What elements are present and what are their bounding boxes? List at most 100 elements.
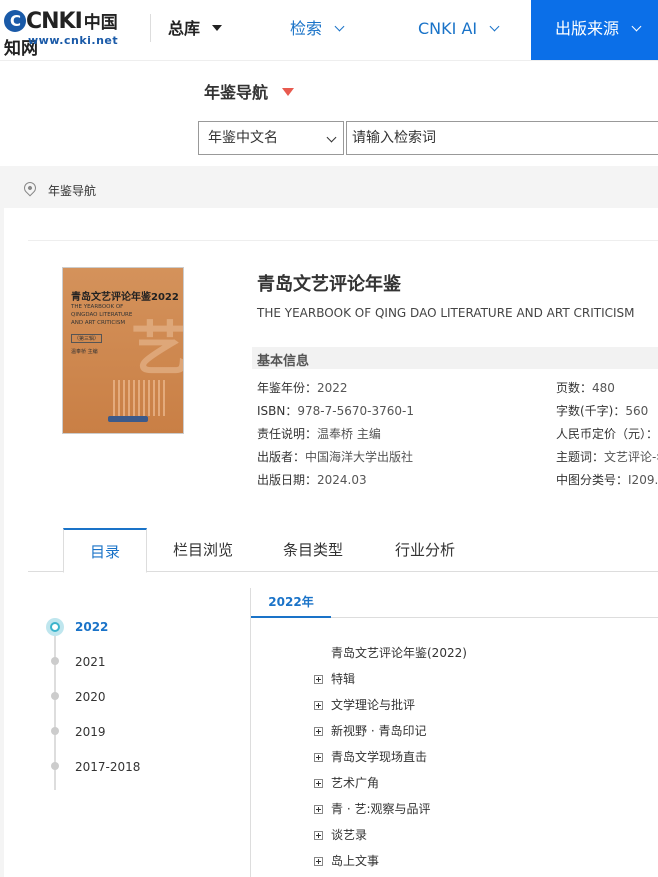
nav-zongku-label: 总库 xyxy=(168,19,201,38)
info-label: 主题词： xyxy=(556,450,605,464)
yearbook-nav-label: 年鉴导航 xyxy=(204,83,269,102)
info-pages: 页数：480 xyxy=(556,379,615,396)
cover-editor: 温奉桥 主编 xyxy=(71,349,98,355)
breadcrumb-item[interactable]: 年鉴导航 xyxy=(48,182,96,199)
info-value: 978-7-5670-3760-1 xyxy=(297,404,414,418)
nav-zongku-dropdown[interactable]: 总库 xyxy=(168,0,223,60)
cover-title: 青岛文艺评论年鉴2022 xyxy=(71,292,179,303)
info-value[interactable]: 温奉桥 主编 xyxy=(317,427,381,441)
caret-down-icon xyxy=(212,25,223,31)
toc-root[interactable]: 青岛文艺评论年鉴(2022) xyxy=(331,644,467,661)
tab-toc[interactable]: 目录 xyxy=(63,528,147,573)
nav-chuban-label: 出版来源 xyxy=(555,19,620,38)
expand-plus-icon[interactable] xyxy=(314,805,323,814)
cnki-logo[interactable]: C CNKI 中国知网 www.cnki.net xyxy=(4,8,134,59)
tab-industry-analysis[interactable]: 行业分析 xyxy=(380,528,470,572)
yearbook-nav-dropdown[interactable]: 年鉴导航 xyxy=(204,79,295,103)
search-area: 年鉴导航 年鉴中文名 请输入检索词 xyxy=(0,60,658,166)
info-price: 人民币定价（元）： xyxy=(556,425,658,442)
toc-item[interactable]: 新视野 · 青岛印记 xyxy=(314,722,426,739)
toc-item-label[interactable]: 青 · 艺:观察与品评 xyxy=(331,802,431,816)
search-field-value: 年鉴中文名 xyxy=(208,130,278,146)
info-value: I209.9 xyxy=(628,473,658,487)
location-pin-icon xyxy=(21,179,39,197)
nav-jiansuo-dropdown[interactable]: 检索 xyxy=(290,0,345,60)
chevron-down-icon xyxy=(326,132,337,143)
book-english-title: THE YEARBOOK OF QING DAO LITERATURE AND … xyxy=(257,306,635,320)
logo-text: CNKI xyxy=(26,9,83,34)
expand-plus-icon[interactable] xyxy=(314,779,323,788)
cover-calligraphy: 艺 xyxy=(131,315,184,383)
info-label: ISBN： xyxy=(257,404,298,418)
year-item-2022[interactable]: 2022 xyxy=(75,620,108,634)
expand-plus-icon[interactable] xyxy=(314,727,323,736)
toc-item[interactable]: 特辑 xyxy=(314,670,355,687)
chevron-down-icon xyxy=(489,21,500,32)
info-value: 560 xyxy=(625,404,649,418)
nav-cnki-ai-label: CNKI AI xyxy=(418,19,478,38)
chevron-down-icon xyxy=(334,21,345,32)
nav-cnki-ai-dropdown[interactable]: CNKI AI xyxy=(418,0,500,60)
toc-item-label[interactable]: 特辑 xyxy=(331,672,355,686)
expand-plus-icon[interactable] xyxy=(314,857,323,866)
toc-item-label[interactable]: 谈艺录 xyxy=(331,828,367,842)
year-item-2021[interactable]: 2021 xyxy=(75,655,106,669)
info-word-count: 字数(千字)：560 xyxy=(556,402,648,419)
toc-item-label[interactable]: 岛上文事 xyxy=(331,854,379,868)
year-item-2020[interactable]: 2020 xyxy=(75,690,106,704)
timeline-dot xyxy=(51,762,59,770)
content-tabs: 目录 栏目浏览 条目类型 行业分析 xyxy=(28,528,658,573)
search-input[interactable]: 请输入检索词 xyxy=(346,121,658,155)
year-item-2019[interactable]: 2019 xyxy=(75,725,106,739)
expand-plus-icon[interactable] xyxy=(314,675,323,684)
info-label: 中图分类号： xyxy=(556,473,629,487)
cover-edition: （第三辑） xyxy=(71,334,103,343)
info-label: 出版者： xyxy=(257,450,306,464)
toc-panel: 2022年 青岛文艺评论年鉴(2022) 特辑 文学理论与批评 新视野 · 青岛… xyxy=(250,588,658,877)
info-pub-date: 出版日期：2024.03 xyxy=(257,471,367,488)
toc-item-label[interactable]: 青岛文学现场直击 xyxy=(331,750,427,764)
book-cover[interactable]: 青岛文艺评论年鉴2022 THE YEARBOOK OF QINGDAO LIT… xyxy=(62,267,184,434)
info-label: 字数(千字)： xyxy=(556,404,626,418)
year-item-2017-2018[interactable]: 2017-2018 xyxy=(75,760,140,774)
top-navigation-bar: C CNKI 中国知网 www.cnki.net 总库 检索 CNKI AI 出版来… xyxy=(0,0,658,60)
info-value: 480 xyxy=(592,381,615,395)
info-label: 页数： xyxy=(556,381,593,395)
expand-plus-icon[interactable] xyxy=(314,753,323,762)
tab-entry-type[interactable]: 条目类型 xyxy=(268,528,358,572)
nav-chuban-dropdown[interactable]: 出版来源 xyxy=(531,0,658,60)
nav-jiansuo-label: 检索 xyxy=(290,19,323,38)
info-value[interactable]: 中国海洋大学出版社 xyxy=(305,450,413,464)
toc-item[interactable]: 青 · 艺:观察与品评 xyxy=(314,800,431,817)
toc-item-label[interactable]: 文学理论与批评 xyxy=(331,698,415,712)
toc-item[interactable]: 谈艺录 xyxy=(314,826,367,843)
expand-plus-icon[interactable] xyxy=(314,831,323,840)
basic-info-bar xyxy=(252,347,658,369)
timeline-dot xyxy=(51,657,59,665)
info-label: 年鉴年份： xyxy=(257,381,318,395)
timeline-dot-active xyxy=(46,618,64,636)
tab-column-browse[interactable]: 栏目浏览 xyxy=(158,528,248,572)
toc-item[interactable]: 岛上文事 xyxy=(314,852,379,869)
toc-item-label[interactable]: 新视野 · 青岛印记 xyxy=(331,724,426,738)
book-title: 青岛文艺评论年鉴 xyxy=(257,274,401,295)
toc-header: 2022年 xyxy=(251,588,658,618)
toc-item[interactable]: 青岛文学现场直击 xyxy=(314,748,427,765)
toc-item[interactable]: 文学理论与批评 xyxy=(314,696,415,713)
search-field-select[interactable]: 年鉴中文名 xyxy=(198,121,344,155)
chevron-down-icon xyxy=(631,21,642,32)
breadcrumb: 年鉴导航 xyxy=(0,170,658,206)
toc-year-tab[interactable]: 2022年 xyxy=(251,588,331,618)
info-isbn: ISBN：978-7-5670-3760-1 xyxy=(257,402,414,419)
info-label: 人民币定价（元）： xyxy=(556,427,658,441)
info-value[interactable]: 文艺评论-年 xyxy=(604,450,658,464)
info-label: 责任说明： xyxy=(257,427,318,441)
toc-item[interactable]: 艺术广角 xyxy=(314,774,379,791)
info-publisher: 出版者：中国海洋大学出版社 xyxy=(257,448,413,465)
logo-url: www.cnki.net xyxy=(28,34,119,47)
info-responsibility: 责任说明：温奉桥 主编 xyxy=(257,425,381,442)
expand-plus-icon[interactable] xyxy=(314,701,323,710)
info-year: 年鉴年份：2022 xyxy=(257,379,348,396)
info-value: 2022 xyxy=(317,381,348,395)
toc-item-label[interactable]: 艺术广角 xyxy=(331,776,379,790)
